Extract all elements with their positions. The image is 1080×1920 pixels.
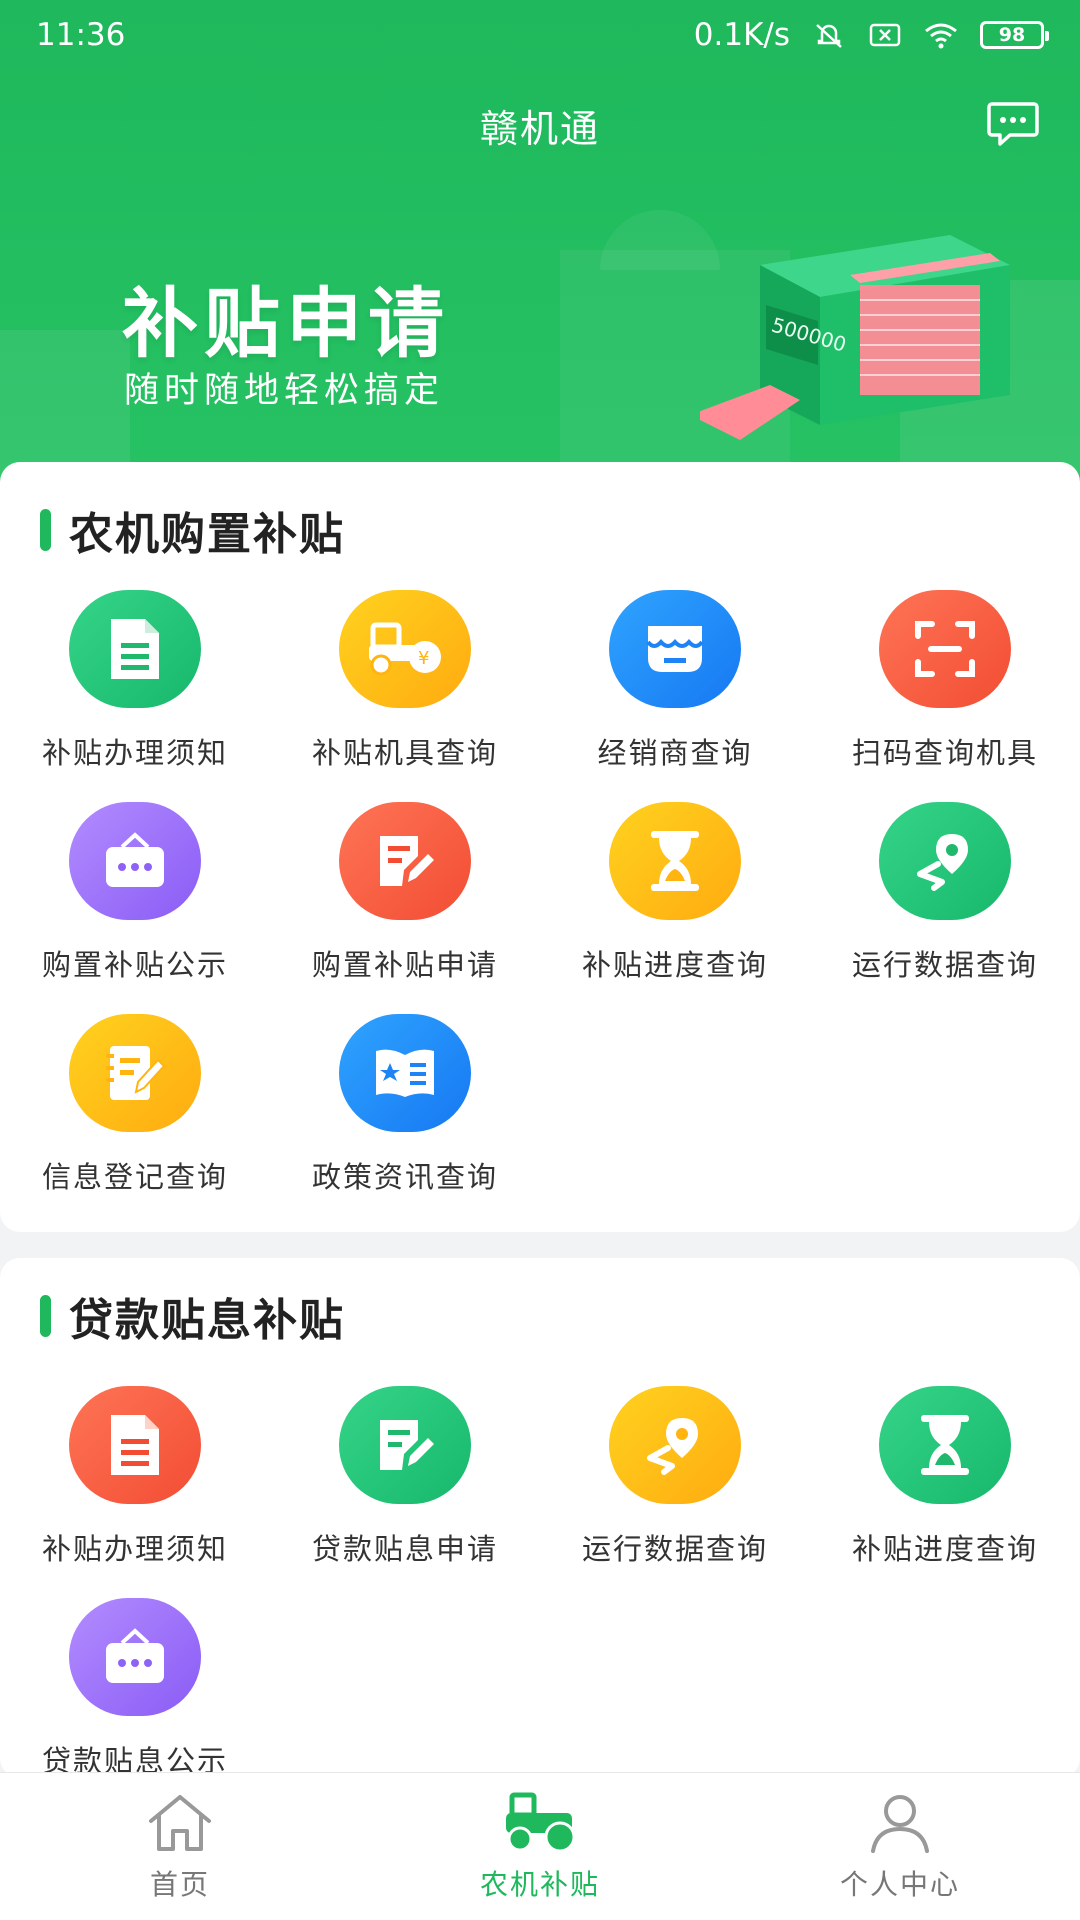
tab-profile[interactable]: 个人中心	[720, 1773, 1080, 1920]
grid-item-purchase-apply[interactable]: 购置补贴申请	[270, 802, 540, 1002]
grid-item-subsidy-guide[interactable]: 补贴办理须知	[0, 590, 270, 790]
edit-form-icon	[380, 836, 434, 886]
message-icon[interactable]	[986, 100, 1040, 150]
banner-subtitle: 随时随地轻松搞定	[124, 371, 445, 411]
grid-item-loan-guide[interactable]: 补贴办理须知	[0, 1386, 270, 1586]
grid-item-policy-news[interactable]: 政策资讯查询	[270, 1014, 540, 1214]
section-purchase-subsidy: 农机购置补贴 补贴办理须知 ¥ 补贴机具查询 经销商查询 扫码查询机具 购置补贴…	[0, 462, 1080, 1232]
tab-home[interactable]: 首页	[0, 1773, 360, 1920]
svg-text:¥: ¥	[418, 648, 429, 669]
notice-board-icon	[106, 832, 164, 887]
grid-item-loan-apply[interactable]: 贷款贴息申请	[270, 1386, 540, 1586]
mute-icon	[816, 24, 842, 48]
document-icon	[111, 1415, 159, 1475]
store-icon	[646, 626, 704, 672]
notice-board-icon	[106, 1628, 164, 1683]
tab-machine-subsidy[interactable]: 农机补贴	[360, 1773, 720, 1920]
grid-item-machine-query[interactable]: ¥ 补贴机具查询	[270, 590, 540, 790]
grid-item-loan-run-data[interactable]: 运行数据查询	[540, 1386, 810, 1586]
tractor-icon	[506, 1792, 576, 1853]
edit-form-icon	[380, 1420, 434, 1470]
money-machine-illustration: 500000	[700, 235, 1010, 440]
banner-title: 补贴申请	[122, 279, 450, 368]
home-icon	[149, 1795, 211, 1851]
section-loan-interest-subsidy: 贷款贴息补贴 补贴办理须知 贷款贴息申请 运行数据查询 补贴进度查询 贷款贴息公…	[0, 1258, 1080, 1778]
location-route-icon	[917, 834, 968, 891]
wifi-icon	[925, 23, 957, 49]
hourglass-icon	[651, 831, 699, 891]
scan-icon	[915, 621, 975, 677]
battery-icon: 98	[980, 21, 1049, 49]
notebook-pen-icon	[106, 1046, 166, 1100]
grid-item-dealer-query[interactable]: 经销商查询	[540, 590, 810, 790]
book-icon	[376, 1049, 434, 1097]
header-banner: 11:36 0.1K/s 98 赣机通 补贴申请 随时随地轻松搞定 500000	[0, 0, 1080, 500]
document-icon	[111, 619, 159, 679]
section-title: 农机购置补贴	[40, 498, 345, 562]
tractor-icon: ¥	[369, 622, 441, 676]
user-icon	[871, 1795, 929, 1853]
hourglass-icon	[921, 1415, 969, 1475]
grid-item-scan-query[interactable]: 扫码查询机具	[810, 590, 1080, 790]
network-speed: 0.1K/s	[693, 17, 790, 53]
grid-item-loan-progress[interactable]: 补贴进度查询	[810, 1386, 1080, 1586]
bottom-tab-bar: 首页 农机补贴 个人中心	[0, 1772, 1080, 1920]
grid-item-info-register[interactable]: 信息登记查询	[0, 1014, 270, 1214]
grid-item-purchase-notice[interactable]: 购置补贴公示	[0, 802, 270, 1002]
status-bar: 11:36 0.1K/s 98	[0, 0, 1080, 70]
grid-item-run-data[interactable]: 运行数据查询	[810, 802, 1080, 1002]
title-bar: 赣机通	[0, 90, 1080, 160]
grid-item-loan-notice[interactable]: 贷款贴息公示	[0, 1598, 270, 1798]
section-title: 贷款贴息补贴	[40, 1284, 345, 1348]
grid-item-progress-query[interactable]: 补贴进度查询	[540, 802, 810, 1002]
sim-off-icon	[869, 23, 901, 47]
app-title: 赣机通	[479, 106, 600, 151]
status-time: 11:36	[36, 17, 126, 53]
location-route-icon	[647, 1418, 698, 1475]
